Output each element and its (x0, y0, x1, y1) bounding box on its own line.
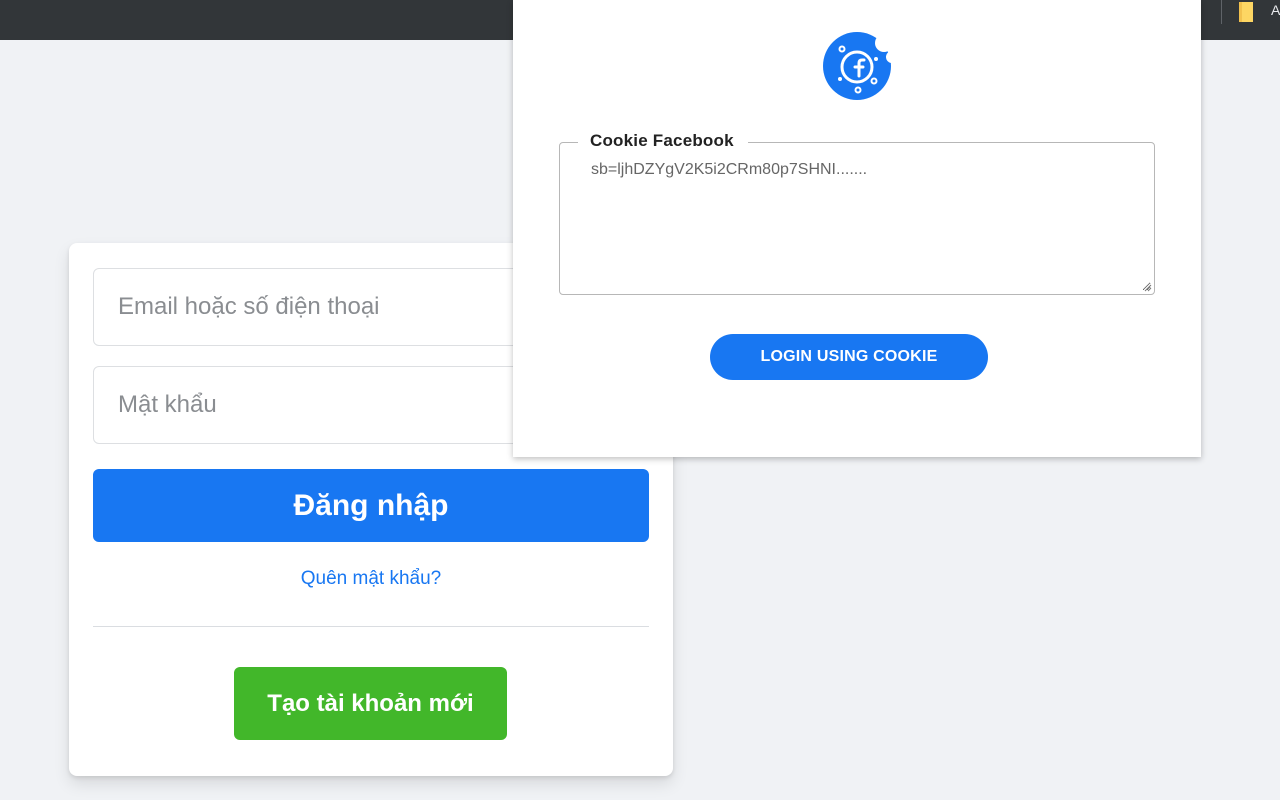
cookie-textarea[interactable] (561, 157, 1151, 291)
cookie-facebook-icon (823, 32, 891, 100)
forgot-password-link[interactable]: Quên mật khẩu? (69, 568, 673, 590)
resize-handle-icon[interactable] (1142, 282, 1152, 292)
bookmark-label[interactable]: A (1271, 2, 1280, 18)
create-account-button[interactable]: Tạo tài khoản mới (234, 667, 507, 740)
cookie-field-label: Cookie Facebook (578, 131, 748, 151)
bookmark-folder-icon[interactable] (1238, 2, 1254, 22)
cookie-field: Cookie Facebook (559, 131, 1155, 295)
cookie-login-popup: Cookie Facebook LOGIN USING COOKIE (513, 0, 1201, 457)
login-using-cookie-button[interactable]: LOGIN USING COOKIE (710, 334, 988, 380)
login-button[interactable]: Đăng nhập (93, 469, 649, 542)
bookmarks-separator (1221, 0, 1222, 24)
divider (93, 626, 649, 627)
